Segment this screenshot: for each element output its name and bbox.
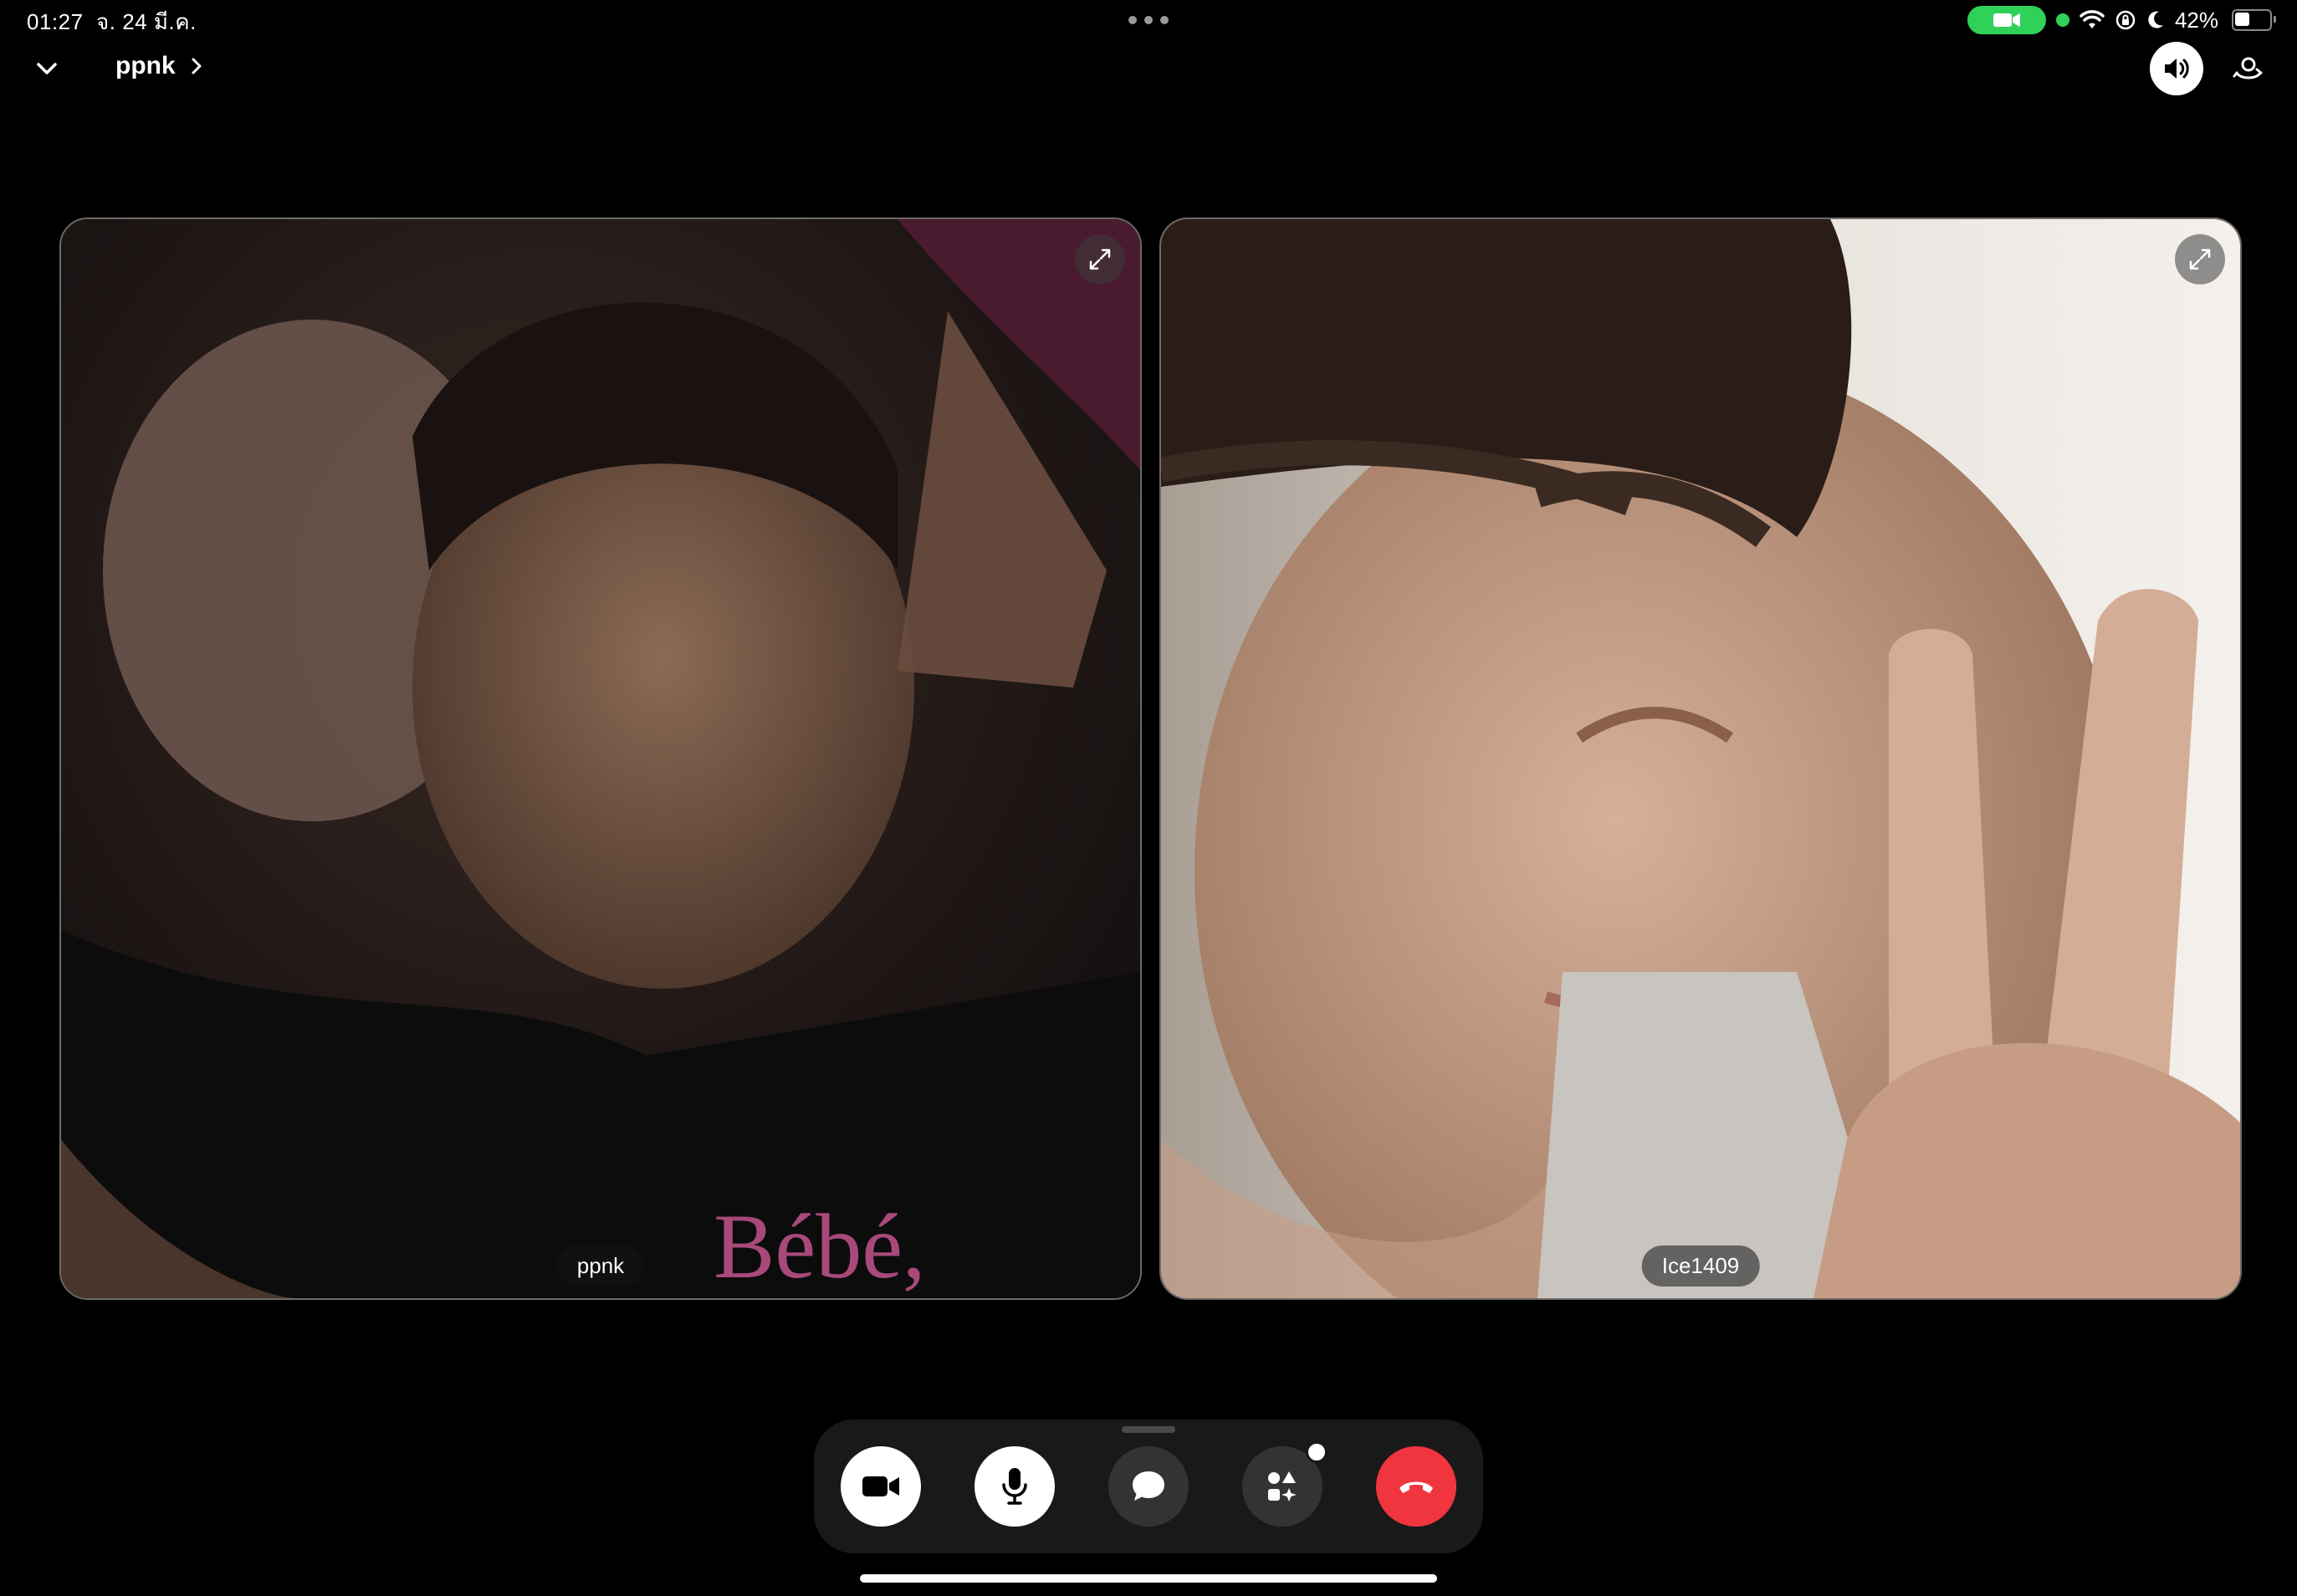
status-indicators: 42% <box>1967 6 2276 34</box>
camera-flip-icon <box>2233 57 2263 79</box>
video-tile-ice1409[interactable]: Ice1409 <box>1159 217 2242 1300</box>
wifi-icon <box>2080 10 2105 28</box>
effects-button[interactable] <box>1242 1441 1328 1527</box>
status-date: จ. 24 มี.ค. <box>96 9 197 34</box>
video-camera-icon <box>862 1476 899 1496</box>
status-bar: 01:27 จ. 24 มี.ค. 42% <box>0 0 2297 40</box>
camera-toggle-button[interactable] <box>841 1446 921 1527</box>
microphone-toggle-button[interactable] <box>975 1446 1055 1527</box>
video-tile-ppnk[interactable]: Bébé, ppnk <box>59 217 1142 1300</box>
video-feed-ice1409 <box>1161 219 2240 1298</box>
battery-fill <box>2235 13 2249 26</box>
svg-text:Bébé,: Bébé, <box>714 1195 926 1297</box>
home-indicator[interactable] <box>860 1574 1437 1583</box>
moon-icon <box>2148 11 2163 28</box>
chat-button[interactable] <box>1108 1446 1189 1527</box>
participant-name-tag: ppnk <box>556 1246 645 1287</box>
call-controls <box>814 1420 1483 1553</box>
hang-up-icon <box>1399 1481 1433 1493</box>
battery-icon <box>2232 9 2276 31</box>
status-time-date: 01:27 จ. 24 มี.ค. <box>27 5 197 39</box>
expand-icon[interactable] <box>1075 234 1125 284</box>
notification-badge <box>1306 1441 1328 1463</box>
camera-flip-button[interactable] <box>2230 52 2267 85</box>
video-feed-ppnk: Bébé, <box>61 219 1140 1298</box>
chevron-right-icon <box>192 58 202 74</box>
call-title: ppnk <box>115 52 176 79</box>
control-bar-grabber[interactable] <box>1122 1426 1175 1433</box>
chat-bubble-icon <box>1133 1471 1164 1501</box>
speaker-icon <box>2165 59 2189 79</box>
call-header: ppnk <box>0 42 2297 95</box>
end-call-button[interactable] <box>1376 1446 1456 1527</box>
video-camera-icon <box>1967 6 2046 34</box>
expand-icon[interactable] <box>2175 234 2225 284</box>
chevron-down-icon[interactable] <box>30 54 64 84</box>
status-time: 01:27 <box>27 9 84 34</box>
green-dot-indicator <box>2055 13 2069 27</box>
speaker-button[interactable] <box>2150 42 2203 95</box>
participant-name-tag: Ice1409 <box>1641 1246 1760 1287</box>
call-title-button[interactable]: ppnk <box>115 52 202 80</box>
effects-icon <box>1268 1471 1297 1501</box>
multitasking-dots-icon[interactable] <box>1128 16 1169 24</box>
microphone-icon <box>1002 1468 1027 1505</box>
battery-percent: 42% <box>2174 7 2218 33</box>
orientation-lock-icon <box>2115 10 2136 30</box>
